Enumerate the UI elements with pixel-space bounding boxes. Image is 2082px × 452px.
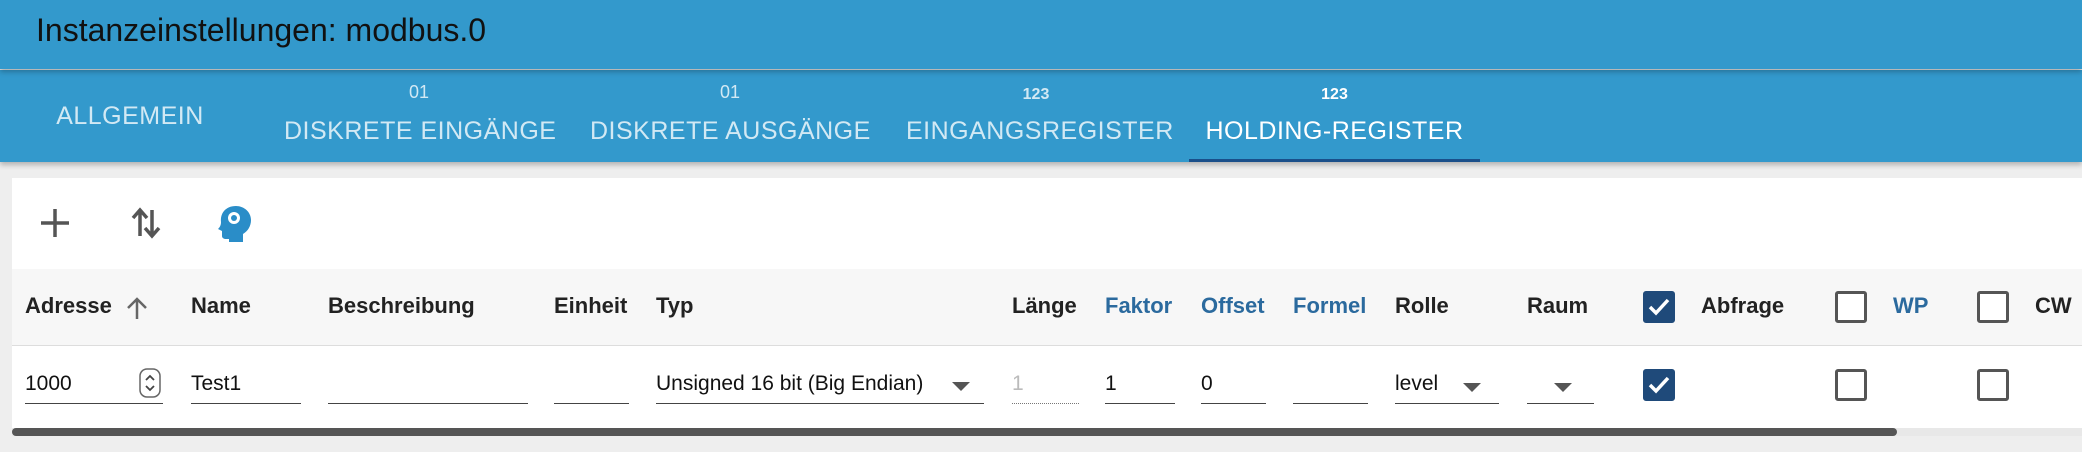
horizontal-scrollbar[interactable]	[12, 428, 2082, 436]
ai-button[interactable]	[210, 198, 260, 248]
tab-label: DISKRETE EINGÄNGE	[284, 117, 557, 145]
typ-value: Unsigned 16 bit (Big Endian)	[656, 372, 924, 395]
add-icon	[41, 209, 69, 237]
formel-input[interactable]	[1293, 367, 1368, 404]
abfrage-checkbox[interactable]	[1643, 369, 1675, 401]
dropdown-caret-icon	[952, 382, 970, 391]
import-export-button[interactable]	[121, 198, 171, 248]
col-header-raum[interactable]: Raum	[1527, 269, 1588, 345]
rolle-value: level	[1395, 372, 1439, 395]
col-header-typ[interactable]: Typ	[656, 269, 693, 345]
dropdown-caret-icon	[1463, 383, 1481, 392]
register-table-panel: Adresse Name Beschreibung Einheit Typ Lä…	[12, 178, 2082, 436]
col-header-offset[interactable]: Offset	[1201, 269, 1265, 345]
check-icon	[1648, 298, 1670, 316]
rolle-select[interactable]: level	[1395, 367, 1499, 404]
col-header-beschreibung[interactable]: Beschreibung	[328, 269, 475, 345]
scrollbar-thumb[interactable]	[12, 428, 1897, 436]
offset-value: 0	[1201, 372, 1213, 395]
abfrage-select-all-checkbox[interactable]	[1643, 291, 1675, 323]
tab-allgemein[interactable]: ALLGEMEIN	[40, 70, 220, 162]
faktor-input[interactable]: 1	[1105, 367, 1175, 404]
wp-checkbox[interactable]	[1835, 369, 1867, 401]
adresse-value: 1000	[25, 372, 72, 395]
cw-select-all-checkbox[interactable]	[1977, 291, 2009, 323]
col-header-abfrage[interactable]: Abfrage	[1701, 269, 1784, 345]
tab-label: DISKRETE AUSGÄNGE	[590, 117, 871, 145]
col-header-rolle[interactable]: Rolle	[1395, 269, 1449, 345]
tab-diskrete-ausgaenge[interactable]: 01 DISKRETE AUSGÄNGE	[590, 70, 870, 162]
page-title: Instanzeinstellungen: modbus.0	[36, 12, 487, 48]
col-header-faktor[interactable]: Faktor	[1105, 269, 1172, 345]
table-row: 1000 Test1 Unsigned 16 bit (Big Endian) …	[12, 345, 2082, 425]
app-bar: Instanzeinstellungen: modbus.0	[0, 0, 2082, 69]
wp-select-all-checkbox[interactable]	[1835, 291, 1867, 323]
dropdown-caret-icon	[1554, 383, 1572, 392]
cw-checkbox[interactable]	[1977, 369, 2009, 401]
numeric-icon: 123	[1022, 86, 1050, 103]
number-stepper-icon[interactable]	[139, 368, 161, 398]
add-button[interactable]	[30, 198, 80, 248]
ai-head-icon	[218, 206, 251, 242]
tab-holding-register[interactable]: 123 HOLDING-REGISTER	[1189, 70, 1480, 162]
col-header-wp[interactable]: WP	[1893, 269, 1928, 345]
beschreibung-input[interactable]	[328, 367, 528, 404]
tab-label: EINGANGSREGISTER	[906, 117, 1174, 145]
check-icon	[1648, 376, 1670, 394]
tab-diskrete-eingaenge[interactable]: 01 DISKRETE EINGÄNGE	[284, 70, 557, 162]
tab-bar: ALLGEMEIN 01 DISKRETE EINGÄNGE 01 DISKRE…	[0, 70, 2082, 162]
col-header-formel[interactable]: Formel	[1293, 269, 1366, 345]
active-tab-indicator	[1189, 159, 1480, 162]
laenge-input: 1	[1012, 367, 1079, 404]
tab-label: HOLDING-REGISTER	[1205, 117, 1464, 145]
tab-label: ALLGEMEIN	[56, 102, 204, 130]
typ-select[interactable]: Unsigned 16 bit (Big Endian)	[656, 367, 984, 404]
table-header: Adresse Name Beschreibung Einheit Typ Lä…	[12, 269, 2082, 346]
col-header-name[interactable]: Name	[191, 269, 251, 345]
name-input[interactable]: Test1	[191, 367, 301, 404]
name-value: Test1	[191, 372, 242, 395]
numeric-icon: 123	[1321, 86, 1348, 103]
col-header-cw[interactable]: CW	[2035, 269, 2072, 345]
einheit-input[interactable]	[554, 367, 629, 404]
sort-ascending-icon[interactable]	[124, 295, 150, 321]
binary-icon: 01	[408, 82, 430, 102]
tab-eingangsregister[interactable]: 123 EINGANGSREGISTER	[906, 70, 1174, 162]
col-header-einheit[interactable]: Einheit	[554, 269, 627, 345]
raum-select[interactable]	[1527, 367, 1594, 404]
col-header-adresse[interactable]: Adresse	[25, 269, 112, 345]
offset-input[interactable]: 0	[1201, 367, 1266, 404]
sort-arrows-icon	[131, 207, 161, 239]
col-header-laenge[interactable]: Länge	[1012, 269, 1077, 345]
laenge-value: 1	[1012, 372, 1024, 395]
binary-icon: 01	[719, 82, 741, 102]
faktor-value: 1	[1105, 372, 1117, 395]
